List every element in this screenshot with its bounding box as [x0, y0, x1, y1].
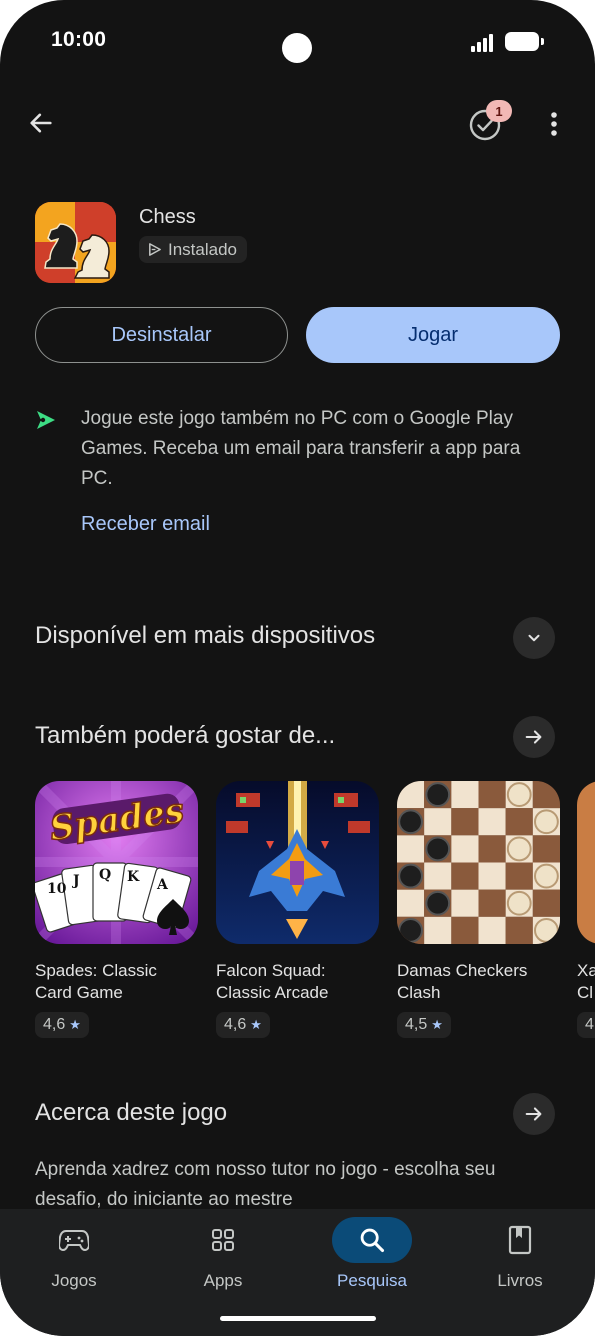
nav-label: Livros — [497, 1271, 543, 1290]
uninstall-button[interactable]: Desinstalar — [35, 307, 288, 363]
nav-label: Pesquisa — [337, 1271, 407, 1290]
svg-text:10: 10 — [47, 881, 67, 897]
chess-app-icon — [35, 202, 116, 283]
about-description: Aprenda xadrez com nosso tutor no jogo -… — [35, 1159, 496, 1210]
search-icon — [332, 1217, 412, 1263]
chevron-down-icon — [528, 634, 540, 642]
star-icon: ★ — [431, 1017, 443, 1032]
pc-promo-text: Jogue este jogo também no PC com o Googl… — [81, 408, 521, 489]
nav-item-livros[interactable]: Livros — [460, 1209, 580, 1309]
card-title: Falcon Squad: Classic Arcade — [216, 961, 329, 1002]
rating-chip: 4,6 ★ — [35, 1012, 89, 1038]
nav-item-apps[interactable]: Apps — [163, 1209, 283, 1309]
svg-text:J: J — [71, 873, 80, 889]
status-bar: 10:00 — [0, 0, 595, 84]
star-icon: ★ — [250, 1017, 262, 1032]
gamepad-icon — [34, 1217, 114, 1263]
card-title: Damas Checkers Clash — [397, 961, 528, 1002]
rating-chip: 4 — [577, 1012, 595, 1038]
nav-label: Jogos — [51, 1271, 97, 1290]
similar-section-title: Também poderá gostar de... — [35, 722, 336, 749]
signal-icon — [471, 32, 497, 52]
falcon-squad-icon — [216, 781, 379, 944]
svg-text:Q: Q — [99, 867, 111, 883]
card-title: Spades: Classic Card Game — [35, 961, 157, 1002]
card-title: Xa Cl — [577, 961, 595, 1002]
expand-devices-button[interactable] — [513, 617, 555, 659]
receive-email-link[interactable]: Receber email — [81, 513, 210, 536]
about-more-button[interactable] — [513, 1093, 555, 1135]
play-triangle-icon — [149, 243, 161, 256]
home-indicator — [220, 1316, 376, 1321]
checkers-icon — [397, 781, 560, 944]
rating-chip: 4,5 ★ — [397, 1012, 451, 1038]
play-button[interactable]: Jogar — [306, 307, 560, 363]
status-time: 10:00 — [51, 28, 107, 51]
star-icon: ★ — [69, 1017, 81, 1032]
app-card-spades[interactable]: Spades 10 J Q K A Spades: Classic Card Game … — [35, 781, 198, 1038]
app-title: Chess — [139, 206, 196, 228]
more-vert-icon[interactable] — [540, 108, 568, 140]
devices-section-title: Disponível em mais dispositivos — [35, 622, 376, 649]
rating-chip: 4,6 ★ — [216, 1012, 270, 1038]
svg-text:A: A — [156, 877, 169, 893]
arrow-right-icon — [525, 730, 542, 744]
arrow-right-icon — [525, 1107, 542, 1121]
spades-icon: Spades 10 J Q K A — [35, 781, 198, 944]
svg-text:K: K — [127, 869, 140, 885]
phone-screen: 10:00 1 Chess Instalado Desinstalar Joga… — [0, 0, 595, 1336]
app-card-partial[interactable]: Xa Cl 4 — [577, 781, 595, 1038]
apps-grid-icon — [183, 1217, 263, 1263]
nav-item-jogos[interactable]: Jogos — [14, 1209, 134, 1309]
app-card-checkers[interactable]: Damas Checkers Clash 4,5 ★ — [397, 781, 560, 1038]
camera-cutout — [282, 33, 312, 63]
installed-label: Instalado — [168, 239, 237, 259]
battery-icon — [505, 32, 544, 51]
notification-badge: 1 — [486, 100, 512, 122]
installed-chip: Instalado — [139, 236, 247, 263]
similar-more-button[interactable] — [513, 716, 555, 758]
app-card-falcon-squad[interactable]: Falcon Squad: Classic Arcade 4,6 ★ — [216, 781, 379, 1038]
partial-app-icon — [577, 781, 595, 944]
back-arrow-icon[interactable] — [24, 106, 58, 140]
about-section-title: Acerca deste jogo — [35, 1099, 228, 1126]
book-icon — [480, 1217, 560, 1263]
nav-item-pesquisa[interactable]: Pesquisa — [312, 1209, 432, 1309]
nav-label: Apps — [203, 1271, 243, 1290]
google-play-games-icon — [34, 408, 58, 432]
